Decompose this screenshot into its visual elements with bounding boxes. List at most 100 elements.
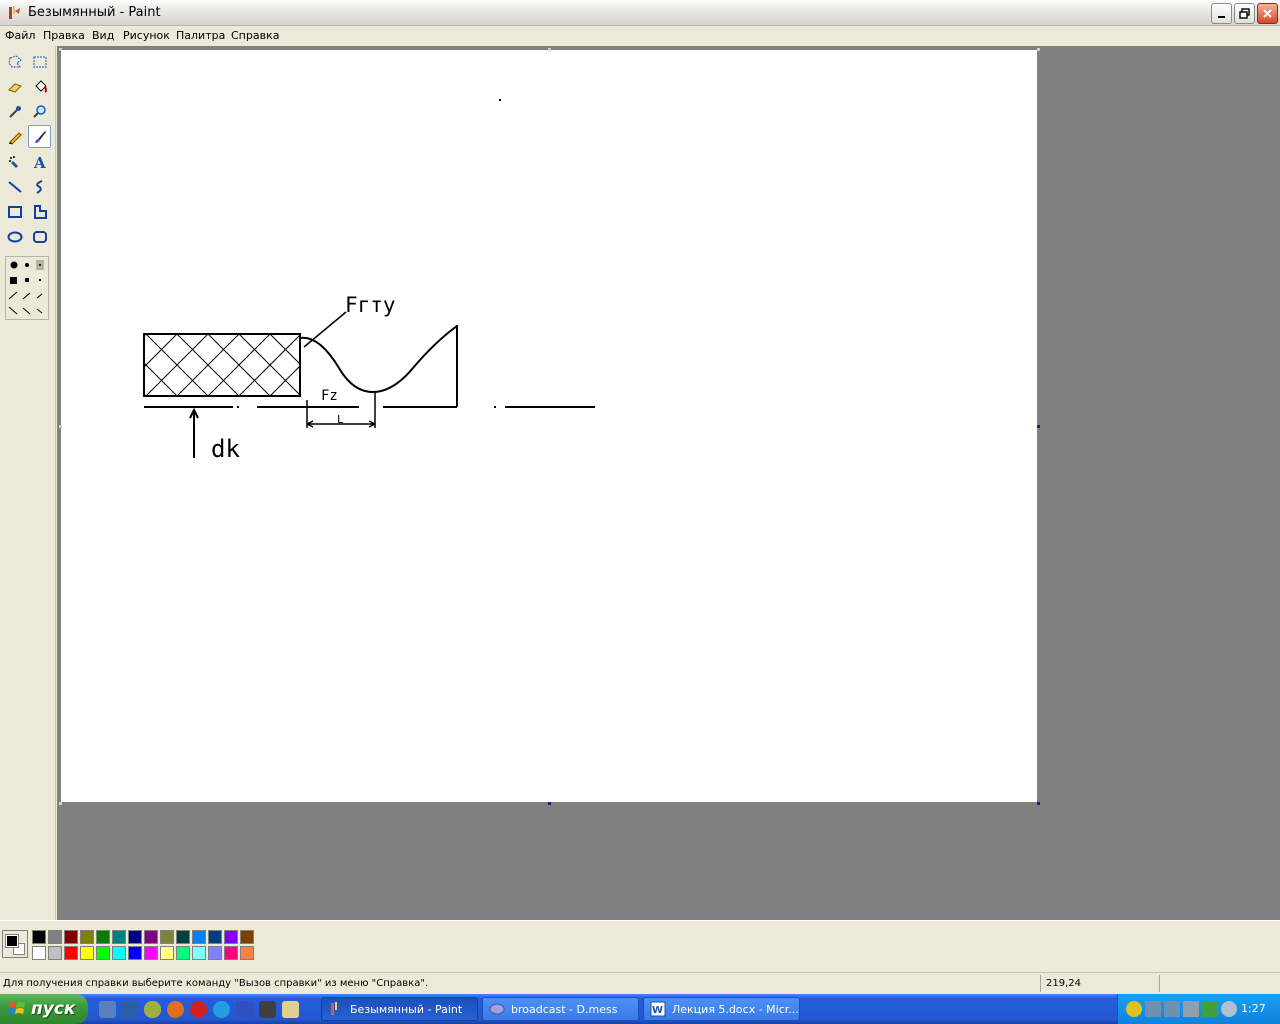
palette-swatch[interactable]: [64, 946, 78, 960]
restore-button[interactable]: [1234, 3, 1255, 24]
brush-backslash-small[interactable]: [36, 308, 43, 314]
pencil-tool[interactable]: [3, 125, 26, 148]
brush-round-medium[interactable]: [25, 263, 29, 267]
eraser-tool[interactable]: [3, 75, 26, 98]
foreground-color: [5, 934, 19, 948]
close-button[interactable]: [1257, 3, 1278, 24]
notes-app-icon[interactable]: [282, 1001, 299, 1018]
show-desktop-icon[interactable]: [99, 1001, 116, 1018]
palette-swatch[interactable]: [48, 930, 62, 944]
menu-image[interactable]: Рисунок: [123, 29, 170, 42]
resize-handle-top-left: [59, 48, 62, 51]
update-tray-icon[interactable]: [1221, 1001, 1237, 1017]
palette-swatch[interactable]: [32, 930, 46, 944]
brush-square-large[interactable]: [10, 277, 17, 284]
palette-swatch[interactable]: [64, 930, 78, 944]
rectangle-tool[interactable]: [3, 200, 26, 223]
polygon-tool[interactable]: [28, 200, 51, 223]
brush-slash-medium[interactable]: [22, 292, 31, 300]
volume-tray-icon[interactable]: [1183, 1001, 1199, 1017]
text-tool[interactable]: A: [28, 150, 51, 173]
menu-view[interactable]: Вид: [92, 29, 114, 42]
brush-square-medium[interactable]: [25, 278, 29, 282]
chart-app-icon[interactable]: [259, 1001, 276, 1018]
palette-swatch[interactable]: [144, 946, 158, 960]
palette-swatch[interactable]: [48, 946, 62, 960]
palette-swatch[interactable]: [96, 930, 110, 944]
brush-tool[interactable]: [28, 125, 51, 148]
media-player-icon[interactable]: [121, 1001, 138, 1018]
color-picker-tool[interactable]: [3, 100, 26, 123]
save-disk-icon[interactable]: [236, 1001, 253, 1018]
restore-icon: [1239, 8, 1250, 19]
palette-swatch[interactable]: [192, 930, 206, 944]
brush-slash-large[interactable]: [8, 291, 18, 300]
stray-dot: [499, 99, 501, 101]
title-bar: Безымянный - Paint: [0, 0, 1280, 26]
ellipse-tool[interactable]: [3, 225, 26, 248]
palette-swatch[interactable]: [208, 930, 222, 944]
palette-swatch[interactable]: [176, 930, 190, 944]
brush-slash-small[interactable]: [36, 293, 43, 299]
palette-swatch[interactable]: [80, 946, 94, 960]
opera-icon[interactable]: [190, 1001, 207, 1018]
palette-swatch[interactable]: [240, 930, 254, 944]
brush-icon: [34, 130, 46, 143]
chat-task-icon: [489, 1003, 505, 1015]
menu-edit[interactable]: Правка: [43, 29, 85, 42]
palette-swatch[interactable]: [128, 946, 142, 960]
palette-swatch[interactable]: [208, 946, 222, 960]
curve-tool[interactable]: [28, 175, 51, 198]
palette-swatch[interactable]: [144, 930, 158, 944]
icq-icon[interactable]: [144, 1001, 161, 1018]
antivirus-tray-icon[interactable]: [1202, 1001, 1218, 1017]
menu-help[interactable]: Справка: [231, 29, 279, 42]
skype-icon[interactable]: [213, 1001, 230, 1018]
palette-swatch[interactable]: [176, 946, 190, 960]
start-label: пуск: [31, 999, 76, 1019]
palette-swatch[interactable]: [128, 930, 142, 944]
palette-swatch[interactable]: [224, 946, 238, 960]
rect-select-tool[interactable]: [28, 50, 51, 73]
task-word[interactable]: W Лекция 5.docx - Micr...: [643, 997, 800, 1021]
airbrush-icon: [8, 155, 18, 168]
menu-file[interactable]: Файл: [5, 29, 35, 42]
color-palette: [0, 920, 1280, 972]
airbrush-tool[interactable]: [3, 150, 26, 173]
resize-handle-right[interactable]: [1037, 425, 1040, 428]
resize-handle-bottom-right[interactable]: [1037, 802, 1040, 805]
resize-handle-top: [548, 48, 551, 51]
task-paint[interactable]: Безымянный - Paint: [321, 997, 478, 1021]
start-button[interactable]: пуск: [0, 994, 88, 1024]
palette-swatch[interactable]: [96, 946, 110, 960]
resize-handle-bottom[interactable]: [548, 802, 551, 805]
network2-tray-icon[interactable]: [1164, 1001, 1180, 1017]
free-select-tool[interactable]: [3, 50, 26, 73]
fill-tool[interactable]: [28, 75, 51, 98]
brush-round-large[interactable]: [10, 261, 18, 269]
firefox-icon[interactable]: [167, 1001, 184, 1018]
brush-backslash-large[interactable]: [8, 306, 18, 315]
palette-swatch[interactable]: [160, 946, 174, 960]
palette-swatch[interactable]: [80, 930, 94, 944]
brush-square-small[interactable]: [39, 279, 41, 281]
drawing-canvas[interactable]: Fгту Fz L dk: [61, 50, 1037, 802]
palette-swatch[interactable]: [160, 930, 174, 944]
minimize-button[interactable]: [1211, 3, 1232, 24]
frtu-leader-line: [303, 311, 347, 348]
palette-swatch[interactable]: [224, 930, 238, 944]
palette-swatch[interactable]: [192, 946, 206, 960]
brush-dot-small: [39, 264, 41, 266]
network-tray-icon[interactable]: [1145, 1001, 1161, 1017]
magnifier-tool[interactable]: [28, 100, 51, 123]
palette-swatch[interactable]: [32, 946, 46, 960]
menu-colors[interactable]: Палитра: [176, 29, 225, 42]
palette-swatch[interactable]: [240, 946, 254, 960]
sun-tray-icon[interactable]: [1126, 1001, 1142, 1017]
rounded-rect-tool[interactable]: [28, 225, 51, 248]
task-broadcast[interactable]: broadcast - D.mess: [482, 997, 639, 1021]
palette-swatch[interactable]: [112, 946, 126, 960]
brush-backslash-medium[interactable]: [22, 307, 31, 315]
line-tool[interactable]: [3, 175, 26, 198]
palette-swatch[interactable]: [112, 930, 126, 944]
